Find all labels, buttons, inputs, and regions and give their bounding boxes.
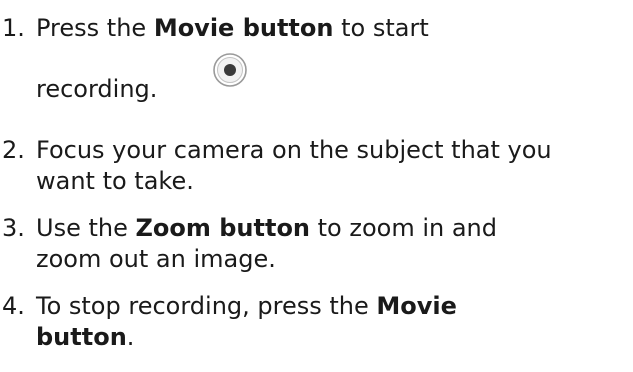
step-3-line-2: zoom out an image. bbox=[36, 245, 276, 273]
step-3-number: 3. bbox=[2, 214, 25, 242]
step-3-text-b: to zoom in and bbox=[310, 214, 497, 242]
instructions-page: 1. Press the Movie button to start recor… bbox=[0, 0, 633, 372]
step-1-line-2: recording. bbox=[36, 75, 158, 103]
step-1-bold: Movie button bbox=[153, 14, 334, 42]
step-2-line-1: Focus your camera on the subject that yo… bbox=[36, 136, 552, 164]
step-2-line-2: want to take. bbox=[36, 167, 194, 195]
step-1-text-a: Press the bbox=[36, 14, 154, 42]
record-button-icon bbox=[213, 53, 247, 87]
step-3-text-a: Use the bbox=[36, 214, 136, 242]
step-4-text-a: To stop recording, press the bbox=[36, 292, 377, 320]
step-3-line-1: Use the Zoom button to zoom in and bbox=[36, 214, 497, 243]
step-4-bold: Movie bbox=[376, 292, 457, 320]
step-1-text-b: to start bbox=[333, 14, 429, 42]
step-1-number: 1. bbox=[2, 14, 25, 42]
step-2-number: 2. bbox=[2, 136, 25, 164]
step-1-line-1: Press the Movie button to start bbox=[36, 14, 429, 43]
step-3-bold: Zoom button bbox=[135, 214, 311, 242]
step-4-line-1: To stop recording, press the Movie bbox=[36, 292, 457, 321]
step-4-text-b: . bbox=[126, 323, 135, 351]
step-4-line-2: button. bbox=[36, 323, 134, 352]
step-4-number: 4. bbox=[2, 292, 25, 320]
step-4-bold-2: button bbox=[36, 323, 127, 351]
